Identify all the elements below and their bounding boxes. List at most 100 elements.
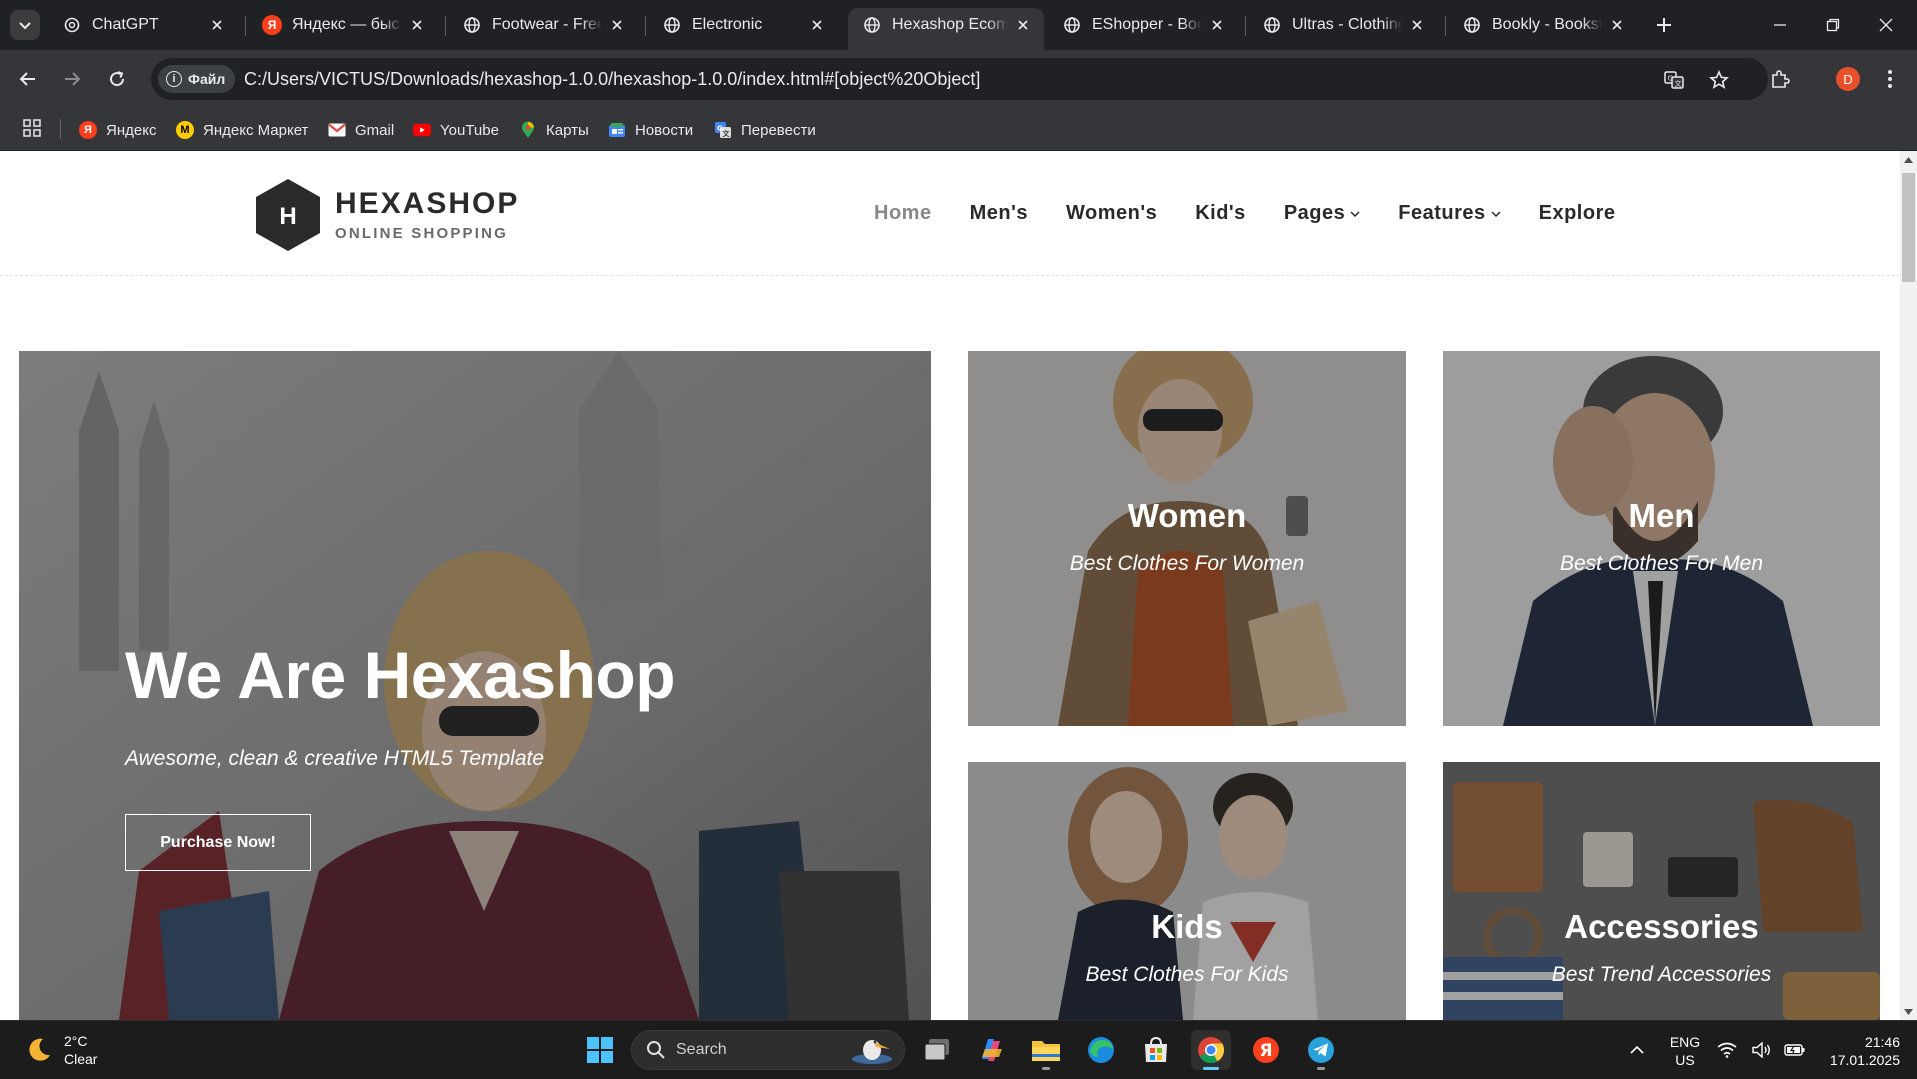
url-text[interactable]: C:/Users/VICTUS/Downloads/hexashop-1.0.0… [244, 69, 980, 90]
close-icon[interactable] [408, 16, 426, 34]
clock-date: 17.01.2025 [1829, 1052, 1900, 1068]
bookmark-label: Gmail [355, 121, 395, 139]
news-icon [608, 121, 626, 139]
bookmark-label: Карты [546, 121, 589, 139]
input-language[interactable]: ENG US [1666, 1033, 1704, 1069]
microsoft-store-icon[interactable] [1136, 1030, 1176, 1070]
volume-icon[interactable] [1748, 1030, 1776, 1070]
tab-title: ChatGPT [92, 16, 159, 33]
task-view-icon[interactable] [917, 1030, 957, 1070]
start-button[interactable] [580, 1030, 620, 1070]
more-menu-icon[interactable] [1874, 63, 1906, 95]
yandex-browser-icon[interactable]: Я [1246, 1030, 1286, 1070]
site-info-chip[interactable]: i Файл [158, 65, 236, 93]
tab-ultras[interactable]: Ultras - Clothing Store [1248, 8, 1438, 42]
close-window-button[interactable] [1863, 8, 1909, 42]
scroll-up-icon[interactable] [1900, 151, 1917, 168]
running-indicator [1317, 1067, 1325, 1070]
bookmark-translate[interactable]: G文 Перевести [714, 116, 816, 144]
nav-item-explore[interactable]: Explore [1539, 202, 1616, 225]
tab-hexashop[interactable]: Hexashop Ecommerce [848, 8, 1044, 50]
close-icon[interactable] [808, 16, 826, 34]
wifi-icon[interactable] [1713, 1030, 1741, 1070]
close-icon[interactable] [1014, 16, 1032, 34]
category-subtitle: Best Clothes For Men [1559, 552, 1764, 575]
yandex-market-icon: М [176, 121, 194, 139]
bookmark-label: Яндекс [106, 121, 157, 139]
category-card-kids[interactable]: Kids Best Clothes For Kids [968, 762, 1406, 1020]
restore-button[interactable] [1810, 8, 1856, 42]
category-card-women[interactable]: Women Best Clothes For Women [968, 351, 1406, 726]
bookmark-maps[interactable]: Карты [519, 116, 589, 144]
close-icon[interactable] [608, 16, 626, 34]
back-button[interactable] [12, 63, 44, 95]
minimize-button[interactable] [1757, 8, 1803, 42]
weather-condition: Clear [64, 1051, 98, 1067]
bookmark-yandex[interactable]: Я Яндекс [79, 116, 156, 144]
taskbar-search[interactable]: Search [631, 1030, 905, 1070]
weather-temp: 2°C [64, 1033, 88, 1049]
purchase-now-button[interactable]: Purchase Now! [125, 814, 311, 871]
tab-title: Ultras - Clothing Store [1292, 16, 1402, 33]
page-scrollbar[interactable] [1900, 151, 1917, 1020]
copilot-icon[interactable] [971, 1030, 1011, 1070]
scrollbar-thumb[interactable] [1902, 173, 1915, 282]
translate-icon[interactable]: G文 [1661, 67, 1687, 93]
nav-item-mens[interactable]: Men's [970, 202, 1028, 225]
nav-item-pages[interactable]: Pages [1284, 202, 1360, 225]
close-icon[interactable] [1608, 16, 1626, 34]
address-bar[interactable]: i Файл C:/Users/VICTUS/Downloads/hexasho… [151, 58, 1768, 100]
tab-divider [1245, 16, 1246, 36]
card-overlay [968, 351, 1406, 726]
tab-footwear[interactable]: Footwear - Free Bootstrap [448, 8, 638, 42]
scroll-down-icon[interactable] [1900, 1003, 1917, 1020]
nav-item-label: Pages [1283, 202, 1346, 224]
search-icon [647, 1041, 665, 1059]
bookmark-yandex-market[interactable]: М Яндекс Маркет [176, 116, 308, 144]
globe-icon [1062, 15, 1082, 35]
star-icon[interactable] [1706, 67, 1732, 93]
close-icon[interactable] [1408, 16, 1426, 34]
bookmark-news[interactable]: Новости [608, 116, 693, 144]
tab-eshopper[interactable]: EShopper - Bootstrap [1048, 8, 1238, 42]
edge-icon[interactable] [1081, 1030, 1121, 1070]
tab-electronic[interactable]: Electronic [648, 8, 838, 42]
category-card-men[interactable]: Men Best Clothes For Men [1443, 351, 1880, 726]
battery-icon[interactable] [1781, 1030, 1809, 1070]
site-logo[interactable]: H HEXASHOP ONLINE SHOPPING [255, 178, 519, 252]
reload-button[interactable] [101, 63, 133, 95]
svg-text:文: 文 [723, 129, 731, 138]
file-explorer-icon[interactable] [1026, 1030, 1066, 1070]
new-tab-button[interactable] [1651, 12, 1677, 38]
category-card-accessories[interactable]: Accessories Best Trend Accessories [1443, 762, 1880, 1020]
nav-item-kids[interactable]: Kid's [1195, 202, 1246, 225]
category-subtitle: Best Clothes For Kids [1085, 963, 1289, 986]
weather-widget[interactable]: 2°C Clear [24, 1032, 97, 1068]
forward-button[interactable] [56, 63, 88, 95]
system-clock[interactable]: 21:46 17.01.2025 [1820, 1033, 1900, 1069]
minimize-icon [1774, 24, 1786, 26]
tab-title: Bookly - Bookstore [1492, 16, 1602, 33]
extensions-icon[interactable] [1764, 63, 1796, 95]
chatgpt-icon [62, 15, 82, 35]
nav-item-features[interactable]: Features [1398, 202, 1501, 225]
bookmark-label: Перевести [741, 121, 816, 139]
tab-search-button[interactable] [10, 10, 40, 40]
chevron-up-icon[interactable] [1617, 1030, 1657, 1070]
nav-item-home[interactable]: Home [874, 202, 932, 225]
youtube-icon [413, 121, 431, 139]
tab-bookly[interactable]: Bookly - Bookstore [1448, 8, 1638, 42]
bookmark-youtube[interactable]: YouTube [413, 116, 499, 144]
close-icon[interactable] [208, 16, 226, 34]
tab-yandex[interactable]: Я Яндекс — быстрый поиск [248, 8, 438, 42]
globe-icon [862, 15, 882, 35]
telegram-icon[interactable] [1301, 1030, 1341, 1070]
apps-grid-icon[interactable] [22, 118, 42, 138]
profile-avatar[interactable]: D [1836, 67, 1860, 91]
close-icon[interactable] [1208, 16, 1226, 34]
svg-text:Я: Я [1259, 1041, 1272, 1061]
nav-item-womens[interactable]: Women's [1066, 202, 1157, 225]
tab-chatgpt[interactable]: ChatGPT [48, 8, 238, 42]
bookmark-gmail[interactable]: Gmail [328, 116, 394, 144]
chrome-icon[interactable] [1191, 1030, 1231, 1070]
